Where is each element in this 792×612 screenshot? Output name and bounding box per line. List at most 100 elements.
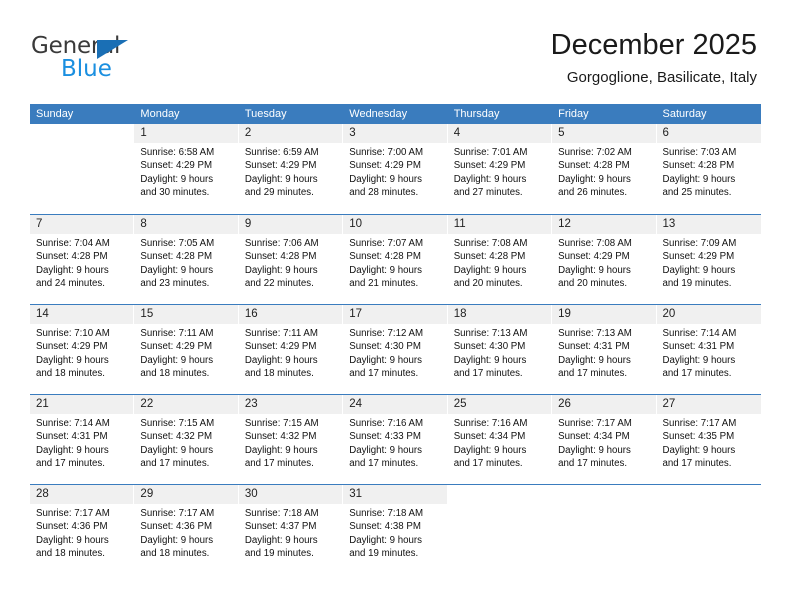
day-cell[interactable]: 7 Sunrise: 7:04 AM Sunset: 4:28 PM Daylight… <box>30 215 135 304</box>
daylight-text-line2: and 21 minutes. <box>349 278 419 290</box>
calendar-page: General Blue December 2025 Gorgoglione, … <box>0 0 792 612</box>
day-number: 19 <box>552 305 656 324</box>
day-details: Sunrise: 7:04 AM Sunset: 4:28 PM Daylight:… <box>30 234 133 291</box>
day-cell-empty <box>552 485 657 574</box>
weekday-header-tuesday: Tuesday <box>244 108 287 120</box>
day-number: 9 <box>238 215 343 234</box>
sunset-text: Sunset: 4:38 PM <box>349 521 421 533</box>
daylight-text-line1: Daylight: 9 hours <box>453 354 527 366</box>
day-cell[interactable]: 5 Sunrise: 7:02 AM Sunset: 4:28 PM Daylight… <box>552 124 657 214</box>
weekday-header-wednesday: Wednesday <box>349 108 408 120</box>
daylight-text-line1: Daylight: 9 hours <box>36 264 109 276</box>
daylight-text-line1: Daylight: 9 hours <box>140 173 214 185</box>
sunrise-text: Sunrise: 7:17 AM <box>36 508 110 519</box>
daylight-text-line1: Daylight: 9 hours <box>453 264 527 276</box>
daylight-text-line2: and 17 minutes. <box>36 458 105 470</box>
sunset-text: Sunset: 4:36 PM <box>140 521 213 533</box>
day-cell[interactable]: 15 Sunrise: 7:11 AM Sunset: 4:29 PM Dayligh… <box>134 305 239 394</box>
day-cell[interactable]: 18 Sunrise: 7:13 AM Sunset: 4:30 PM Dayligh… <box>447 305 553 394</box>
daylight-text-line2: and 28 minutes. <box>349 187 419 199</box>
weekday-header-monday: Monday <box>140 108 180 120</box>
weekday-header-friday: Friday <box>558 108 589 120</box>
sunset-text: Sunset: 4:33 PM <box>349 431 421 443</box>
daylight-text-line1: Daylight: 9 hours <box>36 354 109 366</box>
daylight-text-line1: Daylight: 9 hours <box>662 173 736 185</box>
sunset-text: Sunset: 4:28 PM <box>349 251 421 263</box>
day-details: Sunrise: 7:17 AM Sunset: 4:36 PM Daylight:… <box>134 504 237 561</box>
day-number: 11 <box>447 215 552 234</box>
sunrise-text: Sunrise: 7:18 AM <box>244 508 319 519</box>
day-cell[interactable]: 12 Sunrise: 7:08 AM Sunset: 4:29 PM Dayligh… <box>552 215 657 304</box>
day-number: 8 <box>134 215 238 234</box>
day-cell[interactable]: 3 Sunrise: 7:00 AM Sunset: 4:29 PM Daylight… <box>343 124 448 214</box>
day-cell[interactable]: 14 Sunrise: 7:10 AM Sunset: 4:29 PM Dayligh… <box>30 305 135 394</box>
weekday-header-saturday: Saturday <box>662 108 707 120</box>
daylight-text-line2: and 17 minutes. <box>558 368 628 380</box>
day-cell[interactable]: 27 Sunrise: 7:17 AM Sunset: 4:35 PM Dayligh… <box>656 395 761 484</box>
day-cell[interactable]: 11 Sunrise: 7:08 AM Sunset: 4:28 PM Dayligh… <box>447 215 553 304</box>
sunset-text: Sunset: 4:28 PM <box>36 251 108 263</box>
day-number: 3 <box>343 124 447 143</box>
day-details: Sunrise: 7:08 AM Sunset: 4:28 PM Daylight:… <box>448 234 551 291</box>
day-cell[interactable]: 23 Sunrise: 7:15 AM Sunset: 4:32 PM Dayligh… <box>238 395 344 484</box>
day-details: Sunrise: 7:01 AM Sunset: 4:29 PM Daylight:… <box>448 143 551 200</box>
daylight-text-line2: and 17 minutes. <box>558 458 628 470</box>
day-cell[interactable]: 29 Sunrise: 7:17 AM Sunset: 4:36 PM Dayligh… <box>134 485 239 574</box>
sunrise-text: Sunrise: 6:59 AM <box>244 147 319 158</box>
day-cell[interactable]: 26 Sunrise: 7:17 AM Sunset: 4:34 PM Dayligh… <box>552 395 657 484</box>
day-number: 2 <box>238 124 343 143</box>
daylight-text-line1: Daylight: 9 hours <box>244 444 318 456</box>
day-cell[interactable]: 1 Sunrise: 6:58 AM Sunset: 4:29 PM Daylight… <box>134 124 239 214</box>
day-number: 10 <box>343 215 447 234</box>
daylight-text-line2: and 18 minutes. <box>140 368 210 380</box>
sunrise-text: Sunrise: 7:08 AM <box>558 238 632 249</box>
daylight-text-line1: Daylight: 9 hours <box>244 264 318 276</box>
day-number: 1 <box>134 124 238 143</box>
daylight-text-line2: and 19 minutes. <box>662 278 732 290</box>
daylight-text-line2: and 17 minutes. <box>349 368 419 380</box>
day-cell-empty <box>447 485 553 574</box>
day-cell[interactable]: 10 Sunrise: 7:07 AM Sunset: 4:28 PM Dayligh… <box>343 215 448 304</box>
day-cell[interactable]: 2 Sunrise: 6:59 AM Sunset: 4:29 PM Daylight… <box>238 124 344 214</box>
day-cell[interactable]: 13 Sunrise: 7:09 AM Sunset: 4:29 PM Dayligh… <box>656 215 761 304</box>
sunrise-text: Sunrise: 7:16 AM <box>349 418 424 429</box>
sunset-text: Sunset: 4:31 PM <box>662 341 735 353</box>
day-cell[interactable]: 17 Sunrise: 7:12 AM Sunset: 4:30 PM Dayligh… <box>343 305 448 394</box>
sunrise-text: Sunrise: 7:15 AM <box>140 418 215 429</box>
day-details: Sunrise: 7:17 AM Sunset: 4:35 PM Daylight:… <box>657 414 761 471</box>
day-number: 6 <box>656 124 761 143</box>
day-number: 14 <box>30 305 134 324</box>
day-number: 26 <box>552 395 656 414</box>
day-number: 23 <box>238 395 343 414</box>
week-row: 14 Sunrise: 7:10 AM Sunset: 4:29 PM Dayligh… <box>30 304 761 394</box>
sunset-text: Sunset: 4:30 PM <box>349 341 421 353</box>
sunset-text: Sunset: 4:29 PM <box>244 160 317 172</box>
day-cell[interactable]: 6 Sunrise: 7:03 AM Sunset: 4:28 PM Daylight… <box>656 124 761 214</box>
day-cell[interactable]: 20 Sunrise: 7:14 AM Sunset: 4:31 PM Dayligh… <box>656 305 761 394</box>
sunset-text: Sunset: 4:29 PM <box>349 160 421 172</box>
sunset-text: Sunset: 4:36 PM <box>36 521 108 533</box>
day-cell[interactable]: 30 Sunrise: 7:18 AM Sunset: 4:37 PM Dayligh… <box>238 485 344 574</box>
day-cell[interactable]: 8 Sunrise: 7:05 AM Sunset: 4:28 PM Daylight… <box>134 215 239 304</box>
day-cell[interactable]: 9 Sunrise: 7:06 AM Sunset: 4:28 PM Daylight… <box>238 215 344 304</box>
day-cell-empty <box>656 485 761 574</box>
day-cell[interactable]: 28 Sunrise: 7:17 AM Sunset: 4:36 PM Dayligh… <box>30 485 135 574</box>
day-cell[interactable]: 24 Sunrise: 7:16 AM Sunset: 4:33 PM Dayligh… <box>343 395 448 484</box>
daylight-text-line2: and 20 minutes. <box>558 278 628 290</box>
day-cell[interactable]: 22 Sunrise: 7:15 AM Sunset: 4:32 PM Dayligh… <box>134 395 239 484</box>
day-cell[interactable]: 21 Sunrise: 7:14 AM Sunset: 4:31 PM Dayligh… <box>30 395 135 484</box>
general-blue-logo[interactable]: General Blue <box>31 33 151 85</box>
day-cell[interactable]: 19 Sunrise: 7:13 AM Sunset: 4:31 PM Dayligh… <box>552 305 657 394</box>
daylight-text-line1: Daylight: 9 hours <box>349 264 422 276</box>
day-number: 31 <box>343 485 447 504</box>
day-cell[interactable]: 31 Sunrise: 7:18 AM Sunset: 4:38 PM Dayligh… <box>343 485 448 574</box>
day-cell[interactable]: 25 Sunrise: 7:16 AM Sunset: 4:34 PM Dayligh… <box>447 395 553 484</box>
day-cell[interactable]: 16 Sunrise: 7:11 AM Sunset: 4:29 PM Dayligh… <box>238 305 344 394</box>
day-details: Sunrise: 7:17 AM Sunset: 4:34 PM Daylight:… <box>552 414 655 471</box>
sunset-text: Sunset: 4:28 PM <box>662 160 735 172</box>
day-details: Sunrise: 7:12 AM Sunset: 4:30 PM Daylight:… <box>343 324 446 381</box>
sunrise-text: Sunrise: 7:09 AM <box>662 238 737 249</box>
day-number <box>30 124 133 143</box>
day-cell[interactable]: 4 Sunrise: 7:01 AM Sunset: 4:29 PM Daylight… <box>447 124 553 214</box>
daylight-text-line1: Daylight: 9 hours <box>662 264 736 276</box>
